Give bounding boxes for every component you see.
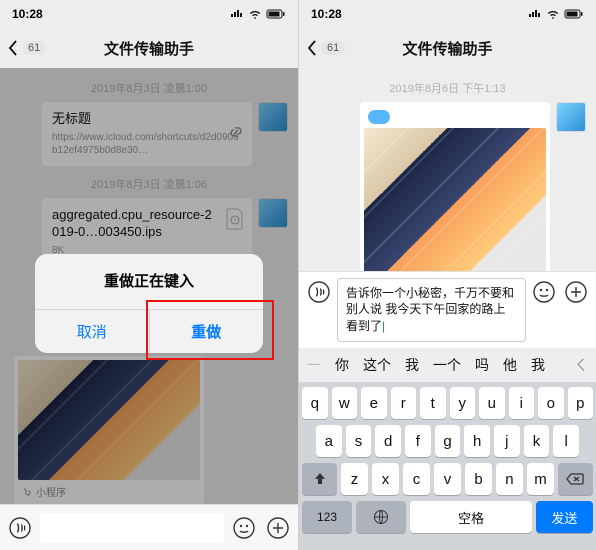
svg-text:?: ? <box>234 218 237 224</box>
key-h[interactable]: h <box>464 425 490 457</box>
key-numbers[interactable]: 123 <box>302 501 352 533</box>
timestamp: 2019年8月3日 凌晨1:00 <box>10 80 288 96</box>
key-z[interactable]: z <box>341 463 368 495</box>
key-n[interactable]: n <box>496 463 523 495</box>
key-x[interactable]: x <box>372 463 399 495</box>
key-c[interactable]: c <box>403 463 430 495</box>
status-bar: 10:28 <box>299 0 596 28</box>
key-k[interactable]: k <box>524 425 550 457</box>
key-t[interactable]: t <box>420 387 446 419</box>
input-bar <box>0 504 298 550</box>
avatar[interactable] <box>258 102 288 132</box>
screenshot-right: 10:28 61 文件传输助手 2019年8月6日 下午1:13 小程序 <box>298 0 596 550</box>
redo-alert: 重做正在键入 取消 重做 <box>35 254 263 353</box>
miniapp-image <box>364 128 546 278</box>
key-e[interactable]: e <box>361 387 387 419</box>
message-link[interactable]: 无标题 https://www.icloud.com/shortcuts/d2d… <box>10 102 288 166</box>
key-send[interactable]: 发送 <box>536 501 593 533</box>
key-f[interactable]: f <box>405 425 431 457</box>
avatar[interactable] <box>556 102 586 132</box>
status-icons <box>528 9 584 19</box>
status-bar: 10:28 <box>0 0 298 28</box>
key-l[interactable]: l <box>553 425 579 457</box>
key-o[interactable]: o <box>538 387 564 419</box>
input-bar: 告诉你一个小秘密，千万不要和别人说 我今天下午回家的路上看到了| <box>299 271 596 348</box>
chat-title: 文件传输助手 <box>104 38 194 59</box>
screenshot-left: 10:28 61 文件传输助手 2019年8月3日 凌晨1:00 无标题 htt… <box>0 0 298 550</box>
key-space[interactable]: 空格 <box>410 501 532 533</box>
status-icons <box>230 9 286 19</box>
key-v[interactable]: v <box>434 463 461 495</box>
candidate[interactable]: 吗 <box>475 355 489 375</box>
expand-candidates[interactable]: ㄑ <box>574 355 588 375</box>
key-b[interactable]: b <box>465 463 492 495</box>
back-button[interactable]: 61 <box>307 40 345 56</box>
text-input[interactable] <box>40 513 224 543</box>
plus-button[interactable] <box>264 514 292 542</box>
chat-area: 2019年8月6日 下午1:13 小程序 <box>299 68 596 278</box>
file-icon: ? <box>226 208 244 234</box>
nav-bar: 61 文件传输助手 <box>0 28 298 68</box>
unread-badge: 61 <box>321 41 345 55</box>
key-w[interactable]: w <box>332 387 358 419</box>
timestamp: 2019年8月6日 下午1:13 <box>309 80 586 96</box>
status-time: 10:28 <box>12 7 43 21</box>
candidate[interactable]: 我 <box>405 355 419 375</box>
key-j[interactable]: j <box>494 425 520 457</box>
emoji-button[interactable] <box>230 514 258 542</box>
key-p[interactable]: p <box>568 387 594 419</box>
text-input[interactable]: 告诉你一个小秘密，千万不要和别人说 我今天下午回家的路上看到了| <box>337 278 526 342</box>
key-u[interactable]: u <box>479 387 505 419</box>
key-y[interactable]: y <box>450 387 476 419</box>
candidate[interactable]: 我 <box>531 355 545 375</box>
miniapp-card-peek[interactable]: 小程序 <box>14 356 204 505</box>
link-url: https://www.icloud.com/shortcuts/d2d0909… <box>52 131 242 158</box>
key-s[interactable]: s <box>346 425 372 457</box>
miniapp-header-icon <box>368 110 390 124</box>
candidate[interactable]: 你 <box>335 355 349 375</box>
key-q[interactable]: q <box>302 387 328 419</box>
key-i[interactable]: i <box>509 387 535 419</box>
cancel-button[interactable]: 取消 <box>35 310 149 353</box>
back-button[interactable]: 61 <box>8 40 46 56</box>
redo-button[interactable]: 重做 <box>149 310 264 353</box>
miniapp-tag: 小程序 <box>18 480 200 501</box>
key-d[interactable]: d <box>375 425 401 457</box>
candidate[interactable]: 他 <box>503 355 517 375</box>
voice-button[interactable] <box>305 278 333 306</box>
plus-button[interactable] <box>562 278 590 306</box>
key-globe[interactable] <box>356 501 406 533</box>
chat-title: 文件传输助手 <box>402 38 492 59</box>
emoji-button[interactable] <box>530 278 558 306</box>
unread-badge: 61 <box>22 41 46 55</box>
status-time: 10:28 <box>311 7 342 21</box>
link-icon <box>228 124 244 144</box>
miniapp-image <box>18 360 200 480</box>
voice-button[interactable] <box>6 514 34 542</box>
candidate-bar: 一 你 这个 我 一个 吗 他 我 ㄑ <box>299 348 596 382</box>
timestamp: 2019年8月3日 凌晨1:06 <box>10 176 288 192</box>
link-title: 无标题 <box>52 110 242 128</box>
candidate[interactable]: 这个 <box>363 355 391 375</box>
key-m[interactable]: m <box>527 463 554 495</box>
alert-title: 重做正在键入 <box>35 254 263 309</box>
key-shift[interactable] <box>302 463 337 495</box>
file-name: aggregated.cpu_resource-2019-0…003450.ip… <box>52 206 242 241</box>
key-delete[interactable] <box>558 463 593 495</box>
avatar[interactable] <box>258 198 288 228</box>
nav-bar: 61 文件传输助手 <box>299 28 596 68</box>
message-miniapp[interactable]: 小程序 <box>309 102 586 278</box>
key-g[interactable]: g <box>435 425 461 457</box>
key-a[interactable]: a <box>316 425 342 457</box>
key-r[interactable]: r <box>391 387 417 419</box>
keyboard: qwertyuiop asdfghjkl zxcvbnm 123 空格 发送 <box>299 382 596 550</box>
candidate[interactable]: 一个 <box>433 355 461 375</box>
